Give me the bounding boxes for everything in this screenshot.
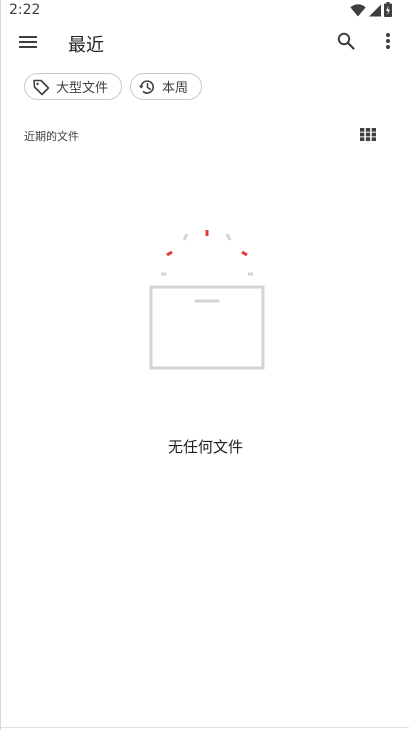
more-options-button[interactable] <box>375 30 401 56</box>
chip-this-week[interactable]: 本周 <box>130 73 202 100</box>
empty-state-illustration <box>141 222 273 374</box>
tag-icon <box>32 78 50 96</box>
search-icon <box>337 32 355 54</box>
status-time: 2:22 <box>9 2 41 18</box>
status-bar: 2:22 <box>1 0 409 22</box>
bottom-divider <box>1 727 409 728</box>
more-vert-icon <box>385 32 391 54</box>
screen: 2:22 最近 大型文件 本周 近期的文件 无任何文件 <box>0 0 409 730</box>
status-icons <box>350 1 392 21</box>
page-title: 最近 <box>68 35 104 56</box>
chip-large-files-label: 大型文件 <box>56 81 109 96</box>
menu-button[interactable] <box>15 30 41 56</box>
chip-this-week-label: 本周 <box>162 81 189 96</box>
history-icon <box>138 78 156 96</box>
search-button[interactable] <box>333 30 359 56</box>
section-title: 近期的文件 <box>24 130 79 143</box>
wifi-icon <box>350 2 366 21</box>
hamburger-menu-icon <box>19 34 37 53</box>
cell-signal-icon <box>369 2 381 21</box>
empty-state-message: 无任何文件 <box>167 438 243 456</box>
app-bar: 最近 <box>1 22 409 64</box>
grid-view-icon <box>360 126 376 145</box>
chip-large-files[interactable]: 大型文件 <box>24 73 122 100</box>
grid-view-button[interactable] <box>357 125 379 145</box>
battery-icon <box>384 1 392 21</box>
